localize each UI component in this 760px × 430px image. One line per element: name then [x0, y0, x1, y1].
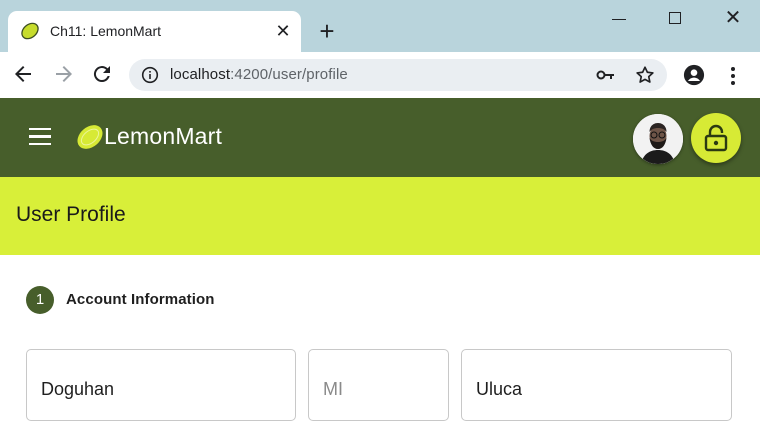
site-info-icon[interactable]: [141, 66, 159, 84]
lemon-favicon-icon: [21, 22, 39, 40]
browser-profile-icon[interactable]: [683, 64, 705, 86]
middle-initial-input[interactable]: [323, 379, 434, 400]
url-text[interactable]: localhost:4200/user/profile: [170, 66, 348, 83]
app-title[interactable]: LemonMart: [104, 123, 222, 150]
user-photo-icon: [633, 114, 683, 164]
address-bar[interactable]: localhost:4200/user/profile: [129, 59, 667, 91]
new-tab-icon[interactable]: +: [316, 18, 338, 44]
last-name-input[interactable]: [476, 379, 717, 400]
url-host: localhost: [170, 66, 231, 83]
first-name-input[interactable]: [41, 379, 281, 400]
lemon-logo-icon[interactable]: [74, 122, 106, 152]
logout-button[interactable]: [691, 113, 741, 163]
browser-menu-icon[interactable]: [727, 64, 739, 88]
browser-toolbar: localhost:4200/user/profile: [0, 52, 760, 98]
middle-initial-field[interactable]: [308, 349, 449, 421]
back-arrow-icon[interactable]: [11, 62, 35, 86]
reload-icon[interactable]: [90, 62, 114, 86]
maximize-icon[interactable]: [669, 12, 681, 24]
window-close-icon[interactable]: ✕: [724, 8, 742, 28]
url-path: :4200/user/profile: [230, 66, 348, 83]
key-icon[interactable]: [596, 67, 616, 83]
first-name-field[interactable]: [26, 349, 296, 421]
tab-close-icon[interactable]: ✕: [273, 20, 293, 42]
last-name-field[interactable]: [461, 349, 732, 421]
browser-tab[interactable]: Ch11: LemonMart ✕: [8, 11, 301, 52]
minimize-icon[interactable]: [612, 19, 626, 20]
lock-open-icon: [704, 124, 728, 152]
bookmark-star-icon[interactable]: [634, 64, 656, 86]
forward-arrow-icon[interactable]: [52, 62, 76, 86]
tab-title: Ch11: LemonMart: [50, 23, 162, 39]
browser-tab-strip: Ch11: LemonMart ✕ + ✕: [0, 0, 760, 52]
step-number-badge[interactable]: 1: [26, 286, 54, 314]
menu-icon[interactable]: [29, 128, 51, 146]
page-header: User Profile: [0, 177, 760, 255]
page-title: User Profile: [16, 203, 126, 226]
avatar[interactable]: [633, 114, 683, 164]
step-label[interactable]: Account Information: [66, 291, 215, 308]
